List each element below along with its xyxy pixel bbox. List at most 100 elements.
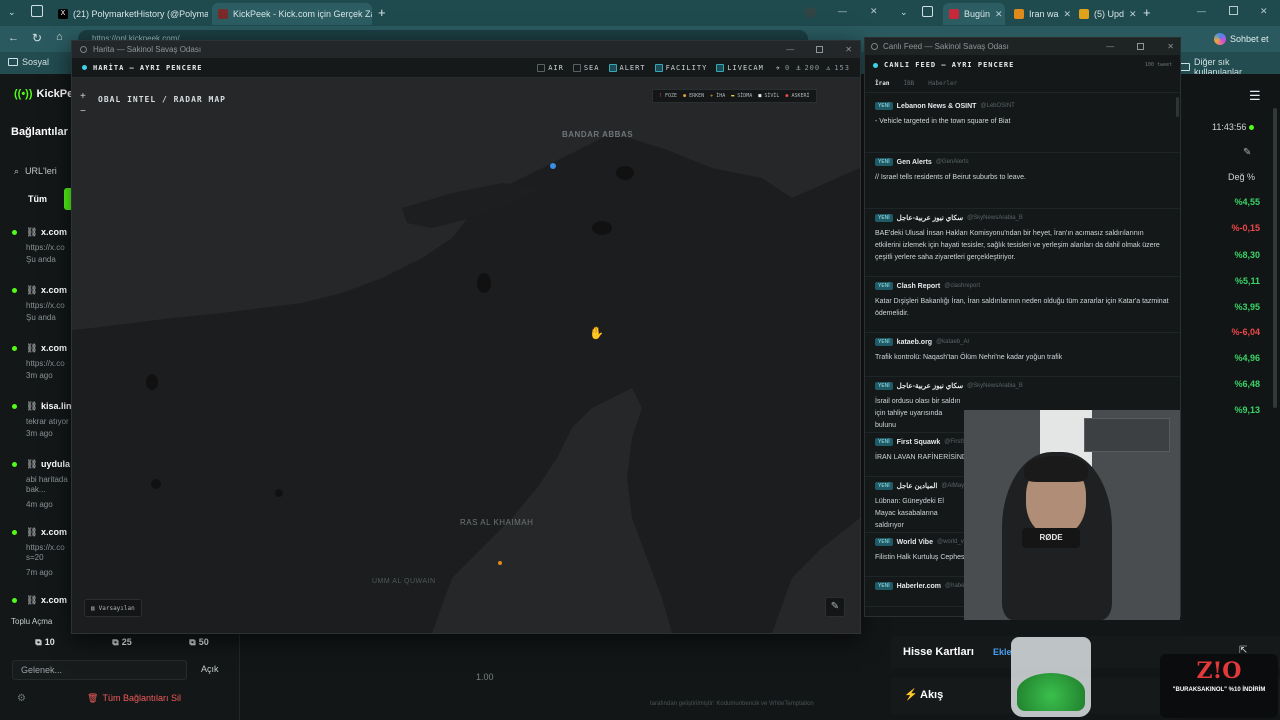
maximize-icon[interactable] (1137, 43, 1145, 50)
link-name: x.com (41, 527, 68, 537)
stock-value: %5,11 (1234, 276, 1260, 286)
incoming-input[interactable]: Gelenek... (12, 660, 187, 680)
tab-list-icon[interactable]: ⌄ (900, 7, 908, 18)
filter-sea[interactable]: SEA (572, 63, 600, 72)
tab-kickpeek[interactable]: KickPeek - Kick.com için Gerçek Za ✕ (212, 3, 372, 25)
scrollbar[interactable] (1273, 108, 1277, 408)
url-search-input[interactable]: ⌕ URL'leri (14, 162, 72, 180)
new-tab-button[interactable]: + (378, 5, 386, 20)
minimize-window-icon[interactable]: — (838, 6, 847, 16)
close-icon[interactable]: ✕ (845, 45, 852, 54)
bulk-count: 10 (44, 637, 55, 647)
close-window-icon[interactable]: ✕ (1260, 6, 1268, 17)
tab-bugun[interactable]: Bugün ✕ (943, 3, 1005, 25)
add-stock-card-button[interactable]: Ekle (993, 647, 1012, 657)
open-toggle[interactable]: Açık (201, 664, 219, 674)
scrollbar[interactable] (1176, 97, 1179, 117)
default-view-button[interactable]: ▥ Varsayılan (84, 599, 142, 617)
stock-cards-title: Hisse Kartları (903, 646, 974, 658)
minimize-icon[interactable]: — (1106, 42, 1114, 51)
checkbox[interactable] (716, 63, 725, 72)
filter-facility[interactable]: FACILITY (654, 63, 708, 72)
close-tab-icon[interactable]: ✕ (995, 9, 1003, 20)
link-url: abi haritada bak... (26, 475, 68, 494)
feed-text: - Vehicle targeted in the town square of… (875, 118, 1011, 125)
list-item[interactable]: YENİ Clash Report @clashreport Katar Dışiş… (865, 277, 1180, 333)
list-item[interactable]: YENİ سكاي نيوز عربية-عاجل @SkyNewsArabia_B… (865, 209, 1180, 277)
list-item[interactable]: ⛓ kisa.lin tekrar atıyor 3m ago (10, 398, 72, 456)
map-canvas[interactable]: OBAL INTEL / RADAR MAP + − ! FOZE ● ERKE… (72, 78, 860, 633)
tab-iran[interactable]: İran (875, 80, 889, 87)
home-icon[interactable]: ⌂ (56, 31, 63, 43)
filter-all-tab[interactable]: Tüm (28, 194, 47, 204)
close-tab-icon[interactable]: ✕ (1064, 9, 1070, 20)
delete-all-links-button[interactable]: 🗑 Tüm Bağlantıları Sil (40, 688, 228, 708)
place-label-ras-al-khaimah: RAS AL KHAIMAH (460, 518, 534, 527)
active-dot-icon (12, 530, 17, 535)
close-tab-icon[interactable]: ✕ (1129, 9, 1137, 20)
external-link-icon: ⧉ (35, 636, 42, 647)
zoom-in-button[interactable]: + (80, 91, 86, 102)
settings-icon[interactable]: ⚙ (17, 693, 26, 704)
close-window-icon[interactable]: ✕ (870, 6, 878, 17)
maximize-window-icon[interactable] (1229, 6, 1238, 15)
bookmark-folder-sosyal[interactable]: Sosyal (8, 57, 49, 67)
checkbox[interactable] (654, 63, 663, 72)
copilot-button[interactable]: Sohbet et (1214, 31, 1269, 47)
reload-icon[interactable]: ↻ (32, 31, 42, 45)
close-icon[interactable]: ✕ (1167, 42, 1174, 51)
profile-avatar-icon[interactable] (805, 7, 816, 18)
tab-iran[interactable]: Iran wa ✕ (1008, 3, 1070, 25)
edit-icon[interactable]: ✎ (1243, 147, 1251, 158)
workspaces-icon[interactable] (31, 5, 43, 17)
list-item[interactable]: YENİ Lebanon News & OSINT @LebOSINT - Vehi… (865, 97, 1180, 153)
rss-favicon-icon (1079, 9, 1089, 19)
bulk-open-10-button[interactable]: ⧉ 10 (12, 632, 78, 652)
list-item[interactable]: ⛓ uydula abi haritada bak... 4m ago (10, 456, 72, 524)
new-badge: YENİ (875, 482, 893, 490)
link-icon: ⛓ (26, 459, 38, 469)
legend-swatch: ● (683, 93, 687, 99)
list-item[interactable]: ⛓ x.com https://x.co Şu anda (10, 224, 72, 282)
zoom-out-button[interactable]: − (80, 106, 86, 117)
feed-source: Clash Report (896, 282, 941, 290)
list-item[interactable]: YENİ kataeb.org @kataeb_Ar Trafik kontrolü… (865, 333, 1180, 377)
new-badge: YENİ (875, 214, 893, 222)
checkbox[interactable] (608, 63, 617, 72)
tab-list-icon[interactable]: ⌄ (8, 7, 16, 18)
filter-air[interactable]: AIR (537, 63, 564, 72)
workspaces-icon[interactable] (922, 6, 933, 17)
minimize-icon[interactable]: — (786, 45, 794, 54)
checkbox[interactable] (537, 63, 546, 72)
list-item[interactable]: ⛓ x.com (10, 592, 72, 612)
counter-c: 153 (834, 63, 850, 72)
legend-item-sidma: ▬ SİDMA (731, 93, 752, 99)
filter-alert[interactable]: ALERT (608, 63, 646, 72)
new-tab-button[interactable]: + (1143, 5, 1151, 20)
maximize-icon[interactable] (816, 46, 824, 53)
new-badge: YENİ (875, 538, 893, 546)
tab-haberler[interactable]: Haberler (928, 80, 957, 87)
list-item[interactable]: YENİ Gen Alerts @GenAlerts // Israel tells… (865, 153, 1180, 209)
draw-button[interactable]: ✎ (825, 597, 845, 617)
new-badge: YENİ (875, 438, 893, 446)
minimize-window-icon[interactable]: — (1197, 6, 1206, 16)
tab-updates[interactable]: (5) Upd ✕ (1073, 3, 1137, 25)
feed-source: Lebanon News & OSINT (896, 102, 977, 110)
list-item[interactable]: ⛓ x.com https://x.co 3m ago (10, 340, 72, 398)
list-item[interactable]: ⛓ x.com https://x.co s=20 7m ago (10, 524, 72, 592)
rss-favicon-icon (1014, 9, 1024, 19)
pencil-icon: ✎ (830, 601, 840, 612)
checkbox[interactable] (572, 63, 581, 72)
list-item[interactable]: ⛓ x.com https://x.co Şu anda (10, 282, 72, 340)
bulk-open-25-button[interactable]: ⧉ 25 (89, 632, 155, 652)
menu-icon[interactable]: ☰ (1249, 88, 1261, 104)
new-badge: YENİ (875, 338, 893, 346)
feed-header-title: CANLI FEED — AYRI PENCERE (884, 61, 1015, 69)
bulk-open-50-button[interactable]: ⧉ 50 (166, 632, 232, 652)
webcam-hair (1024, 456, 1088, 482)
tab-polymarket[interactable]: X (21) PolymarketHistory (@Polymar ✕ (52, 3, 208, 25)
tab-ibb[interactable]: İBB (903, 80, 914, 87)
filter-livecam[interactable]: LIVECAM (716, 63, 764, 72)
back-icon[interactable]: ← (8, 32, 19, 44)
